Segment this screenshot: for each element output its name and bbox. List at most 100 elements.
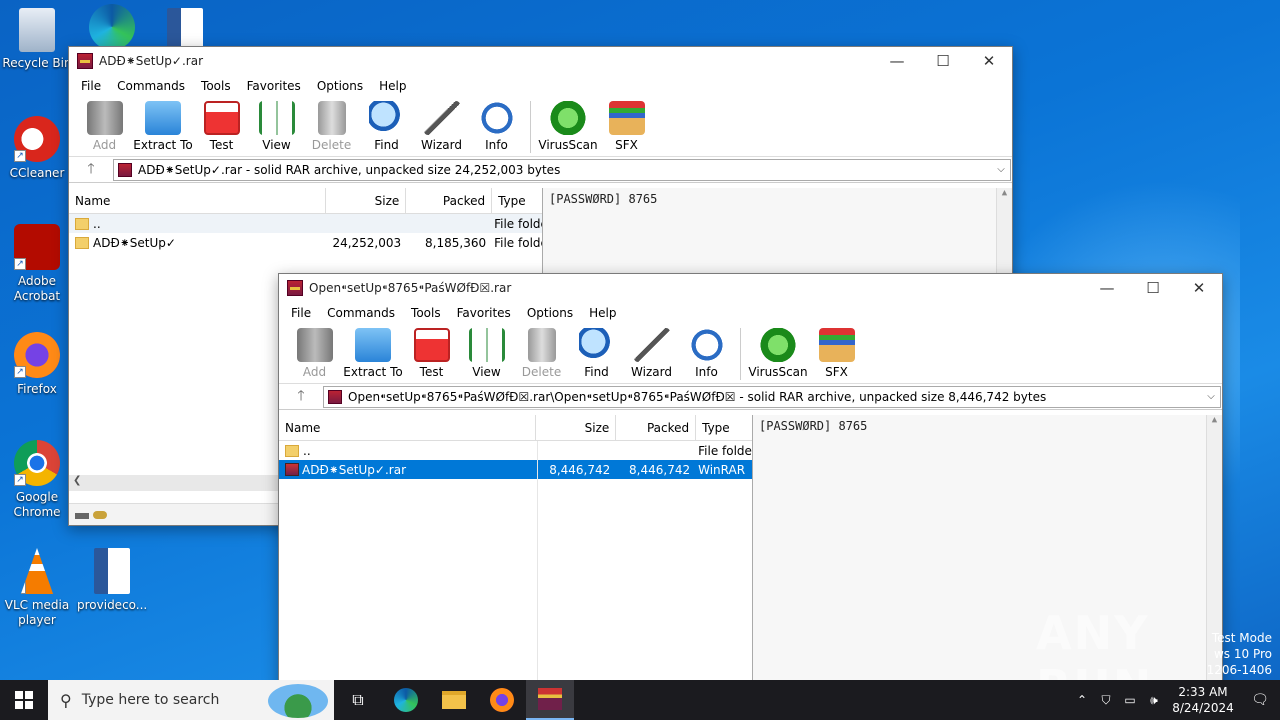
column-type[interactable]: Type [492,188,542,213]
rar-archive-icon [285,462,299,476]
add-button[interactable]: Add [287,324,342,379]
system-tray: ⌃ ⛉ ▭ 🕪 2:33 AM 8/24/2024 🗨 [1070,680,1280,720]
title-bar[interactable]: ADÐ⁕SetUp✓.rar — ☐ ✕ [69,47,1012,75]
menu-help[interactable]: Help [581,306,624,320]
menu-options[interactable]: Options [309,79,371,93]
menu-help[interactable]: Help [371,79,414,93]
taskbar-file-explorer[interactable] [430,680,478,720]
menu-options[interactable]: Options [519,306,581,320]
column-size[interactable]: Size [536,415,617,440]
up-arrow-icon[interactable]: 🡑 [279,385,323,409]
address-field[interactable]: ADÐ⁕SetUp✓.rar - solid RAR archive, unpa… [113,158,1011,181]
virus-scan-icon [550,101,586,135]
file-list[interactable]: Name Size Packed Type .. File folde ADÐ⁕… [279,415,753,719]
find-button[interactable]: Find [359,97,414,152]
delete-button[interactable]: Delete [514,324,569,379]
menu-file[interactable]: File [283,306,319,320]
column-packed[interactable]: Packed [406,188,493,213]
table-row[interactable]: ADÐ⁕SetUp✓ 24,252,003 8,185,360 File fol… [69,233,542,252]
virusscan-button[interactable]: VirusScan [747,324,809,379]
volume-icon[interactable]: 🕪 [1142,693,1166,708]
close-button[interactable]: ✕ [966,47,1012,75]
wizard-button[interactable]: Wizard [414,97,469,152]
info-button[interactable]: Info [679,324,734,379]
menu-commands[interactable]: Commands [319,306,403,320]
taskbar-search[interactable]: ⚲ Type here to search [48,680,334,720]
wizard-button[interactable]: Wizard [624,324,679,379]
column-size[interactable]: Size [326,188,407,213]
test-clipboard-icon [413,328,450,362]
chevron-down-icon[interactable]: ⌵ [1202,391,1220,402]
virusscan-button[interactable]: VirusScan [537,97,599,152]
edge-icon [89,4,135,50]
info-icon [478,101,515,135]
desktop-icon-acrobat[interactable]: ↗ Adobe Acrobat [2,224,72,304]
clock[interactable]: 2:33 AM 8/24/2024 [1166,684,1240,716]
start-button[interactable] [0,680,48,720]
sfx-label: SFX [615,138,638,152]
minimize-button[interactable]: — [874,47,920,75]
find-button[interactable]: Find [569,324,624,379]
delete-label: Delete [311,138,352,152]
column-divider [537,441,538,719]
menu-tools[interactable]: Tools [193,79,239,93]
maximize-button[interactable]: ☐ [1130,274,1176,302]
menu-favorites[interactable]: Favorites [239,79,309,93]
add-label: Add [302,365,327,379]
row-name-cell: ADÐ⁕SetUp✓ [69,236,326,250]
add-button[interactable]: Add [77,97,132,152]
desktop-icon-recycle-bin[interactable]: Recycle Bin [2,8,72,71]
minimize-button[interactable]: — [1084,274,1130,302]
table-row-selected[interactable]: ADÐ⁕SetUp✓.rar 8,446,742 8,446,742 WinRA… [279,460,752,479]
desktop-icon-chrome[interactable]: ↗ Google Chrome [2,440,72,520]
view-button[interactable]: View [459,324,514,379]
view-button[interactable]: View [249,97,304,152]
maximize-button[interactable]: ☐ [920,47,966,75]
comment-text: [PASSWØRD] 8765 [549,192,658,206]
table-row[interactable]: .. File folde [69,214,542,233]
edge-icon [394,688,418,712]
column-packed[interactable]: Packed [616,415,697,440]
taskbar: ⚲ Type here to search ⧉ ⌃ ⛉ ▭ 🕪 2:33 AM … [0,680,1280,720]
test-label: Test [209,138,234,152]
extract-to-button[interactable]: Extract To [132,97,194,152]
menu-favorites[interactable]: Favorites [449,306,519,320]
security-icon[interactable]: ⛉ [1094,693,1118,708]
taskbar-winrar[interactable] [526,680,574,720]
notification-icon[interactable]: 🗨 [1240,692,1280,708]
desktop-icon-ccleaner[interactable]: ↗ CCleaner [2,116,72,181]
task-view-button[interactable]: ⧉ [334,680,382,720]
sfx-button[interactable]: SFX [599,97,654,152]
virus-scan-icon [760,328,796,362]
test-button[interactable]: Test [404,324,459,379]
menu-commands[interactable]: Commands [109,79,193,93]
sfx-button[interactable]: SFX [809,324,864,379]
info-button[interactable]: Info [469,97,524,152]
column-type[interactable]: Type [696,415,752,440]
close-button[interactable]: ✕ [1176,274,1222,302]
delete-button[interactable]: Delete [304,97,359,152]
taskbar-edge[interactable] [382,680,430,720]
desktop-icon-word-doc[interactable]: provideco... [77,548,147,613]
winrar-icon [287,280,303,296]
up-arrow-icon[interactable]: 🡑 [69,158,113,182]
menu-bar: File Commands Tools Favorites Options He… [69,75,1012,97]
menu-file[interactable]: File [73,79,109,93]
title-bar[interactable]: Open⁌setUp⁌8765⁌PaśWØfÐ☒.rar — ☐ ✕ [279,274,1222,302]
extract-to-button[interactable]: Extract To [342,324,404,379]
virusscan-label: VirusScan [748,365,808,379]
desktop-icon-label: Recycle Bin [2,56,72,70]
column-name[interactable]: Name [69,188,327,213]
taskbar-firefox[interactable] [478,680,526,720]
desktop-icon-vlc[interactable]: ↗ VLC media player [2,548,72,628]
column-name[interactable]: Name [279,415,537,440]
address-field[interactable]: Open⁌setUp⁌8765⁌PaśWØfÐ☒.rar\Open⁌setUp⁌… [323,385,1221,408]
table-row[interactable]: .. File folde [279,441,752,460]
test-button[interactable]: Test [194,97,249,152]
chevron-down-icon[interactable]: ⌵ [992,164,1010,175]
desktop-icon-firefox[interactable]: ↗ Firefox [2,332,72,397]
wizard-label: Wizard [421,138,462,152]
chevron-up-icon[interactable]: ⌃ [1070,693,1094,707]
menu-tools[interactable]: Tools [403,306,449,320]
network-icon[interactable]: ▭ [1118,693,1142,707]
